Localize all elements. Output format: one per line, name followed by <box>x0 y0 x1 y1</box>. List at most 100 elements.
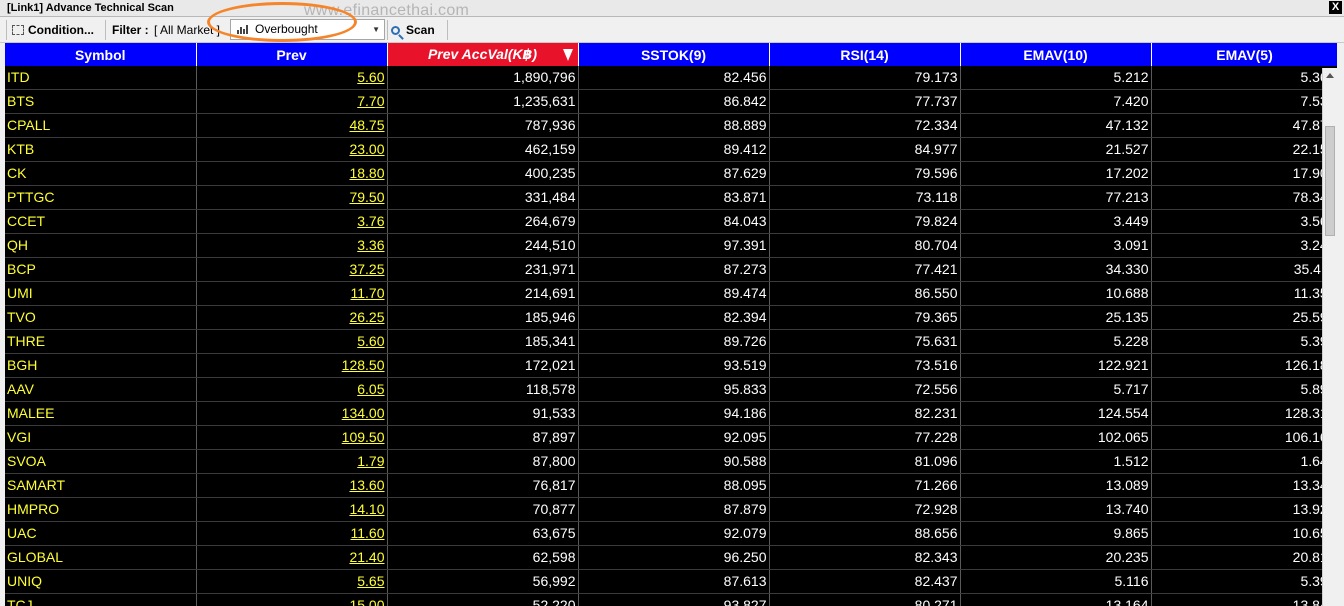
emav5-cell: 126.181 <box>1151 353 1337 378</box>
table-row[interactable]: BGH 128.50 172,021 93.519 73.516 122.921 126.1… <box>5 353 1337 378</box>
prev-price-link[interactable]: 48.75 <box>196 113 388 138</box>
symbol-cell[interactable]: VGI <box>5 425 197 450</box>
column-header-label: SSTOK(9) <box>640 46 707 63</box>
table-row[interactable]: PTTGC 79.50 331,484 83.871 73.118 77.213 78.34… <box>5 185 1337 210</box>
table-row[interactable]: KTB 23.00 462,159 89.412 84.977 21.527 22.157 <box>5 137 1337 162</box>
prev-accval-cell: 231,971 <box>387 257 579 282</box>
prev-price-link[interactable]: 37.25 <box>196 257 388 282</box>
table-row[interactable]: SAMART 13.60 76,817 88.095 71.266 13.089 13.34… <box>5 473 1337 498</box>
column-header-sstok9[interactable]: SSTOK(9) <box>578 43 770 66</box>
symbol-cell[interactable]: KTB <box>5 137 197 162</box>
table-row[interactable]: TCJ 15.00 52,220 93.827 80.271 13.164 13.846 <box>5 593 1337 606</box>
prev-price-link[interactable]: 26.25 <box>196 305 388 330</box>
condition-button[interactable]: Condition... <box>12 17 94 43</box>
emav5-cell: 5.368 <box>1151 66 1337 90</box>
table-row[interactable]: BTS 7.70 1,235,631 86.842 77.737 7.420 7.535 <box>5 89 1337 114</box>
prev-price-link[interactable]: 5.65 <box>196 569 388 594</box>
scroll-up-icon[interactable] <box>1326 73 1334 78</box>
symbol-cell[interactable]: TVO <box>5 305 197 330</box>
symbol-cell[interactable]: UAC <box>5 521 197 546</box>
symbol-cell[interactable]: BTS <box>5 89 197 114</box>
prev-price-link[interactable]: 109.50 <box>196 425 388 450</box>
prev-accval-cell: 1,235,631 <box>387 89 579 114</box>
prev-price-link[interactable]: 5.60 <box>196 66 388 90</box>
symbol-cell[interactable]: AAV <box>5 377 197 402</box>
sstok9-cell: 96.250 <box>578 545 770 570</box>
emav5-cell: 13.347 <box>1151 473 1337 498</box>
table-row[interactable]: THRE 5.60 185,341 89.726 75.631 5.228 5.392 <box>5 329 1337 354</box>
prev-price-link[interactable]: 1.79 <box>196 449 388 474</box>
table-row[interactable]: BCP 37.25 231,971 87.273 77.421 34.330 35.411 <box>5 257 1337 282</box>
close-button[interactable]: X <box>1329 1 1342 14</box>
table-row[interactable]: UNIQ 5.65 56,992 87.613 82.437 5.116 5.392 <box>5 569 1337 594</box>
prev-price-link[interactable]: 5.60 <box>196 329 388 354</box>
table-row[interactable]: GLOBAL 21.40 62,598 96.250 82.343 20.235 20.81… <box>5 545 1337 570</box>
scan-preset-dropdown[interactable]: Overbought ▼ <box>230 19 385 40</box>
window-title: [Link1] Advance Technical Scan <box>7 2 174 14</box>
symbol-cell[interactable]: BCP <box>5 257 197 282</box>
rsi14-cell: 79.365 <box>769 305 961 330</box>
scan-button[interactable]: Scan <box>391 17 435 43</box>
table-row[interactable]: MALEE 134.00 91,533 94.186 82.231 124.554 128.… <box>5 401 1337 426</box>
symbol-cell[interactable]: GLOBAL <box>5 545 197 570</box>
symbol-cell[interactable]: THRE <box>5 329 197 354</box>
symbol-cell[interactable]: HMPRO <box>5 497 197 522</box>
table-row[interactable]: CK 18.80 400,235 87.629 79.596 17.202 17.903 <box>5 161 1337 186</box>
symbol-cell[interactable]: CPALL <box>5 113 197 138</box>
prev-price-link[interactable]: 11.60 <box>196 521 388 546</box>
table-row[interactable]: UAC 11.60 63,675 92.079 88.656 9.865 10.656 <box>5 521 1337 546</box>
prev-price-link[interactable]: 11.70 <box>196 281 388 306</box>
prev-price-link[interactable]: 128.50 <box>196 353 388 378</box>
table-row[interactable]: CPALL 48.75 787,936 88.889 72.334 47.132 47.87… <box>5 113 1337 138</box>
emav5-cell: 13.846 <box>1151 593 1337 606</box>
symbol-cell[interactable]: SAMART <box>5 473 197 498</box>
prev-price-link[interactable]: 6.05 <box>196 377 388 402</box>
prev-price-link[interactable]: 18.80 <box>196 161 388 186</box>
symbol-cell[interactable]: BGH <box>5 353 197 378</box>
prev-price-link[interactable]: 13.60 <box>196 473 388 498</box>
rsi14-cell: 72.556 <box>769 377 961 402</box>
table-row[interactable]: SVOA 1.79 87,800 90.588 81.096 1.512 1.640 <box>5 449 1337 474</box>
prev-price-link[interactable]: 21.40 <box>196 545 388 570</box>
table-row[interactable]: QH 3.36 244,510 97.391 80.704 3.091 3.249 <box>5 233 1337 258</box>
table-row[interactable]: HMPRO 14.10 70,877 87.879 72.928 13.740 13.923 <box>5 497 1337 522</box>
symbol-cell[interactable]: TCJ <box>5 593 197 606</box>
toolbar-separator <box>6 20 7 40</box>
sstok9-cell: 89.726 <box>578 329 770 354</box>
column-header-prev-accval[interactable]: Prev AccVal(K฿) <box>387 43 579 66</box>
emav5-cell: 13.923 <box>1151 497 1337 522</box>
prev-price-link[interactable]: 7.70 <box>196 89 388 114</box>
symbol-cell[interactable]: UNIQ <box>5 569 197 594</box>
symbol-cell[interactable]: MALEE <box>5 401 197 426</box>
column-header-prev[interactable]: Prev <box>196 43 388 66</box>
prev-price-link[interactable]: 23.00 <box>196 137 388 162</box>
filter-market-selector[interactable]: [ All Market ] <box>154 17 224 43</box>
symbol-cell[interactable]: QH <box>5 233 197 258</box>
table-row[interactable]: CCET 3.76 264,679 84.043 79.824 3.449 3.565 <box>5 209 1337 234</box>
scrollbar-thumb[interactable] <box>1325 126 1335 236</box>
column-header-emav10[interactable]: EMAV(10) <box>960 43 1152 66</box>
vertical-scrollbar[interactable] <box>1322 68 1337 606</box>
symbol-cell[interactable]: UMI <box>5 281 197 306</box>
column-header-emav5[interactable]: EMAV(5) <box>1151 43 1337 66</box>
table-row[interactable]: UMI 11.70 214,691 89.474 86.550 10.688 11.358 <box>5 281 1337 306</box>
prev-price-link[interactable]: 14.10 <box>196 497 388 522</box>
emav10-cell: 5.116 <box>960 569 1152 594</box>
symbol-cell[interactable]: CCET <box>5 209 197 234</box>
rsi14-cell: 79.824 <box>769 209 961 234</box>
column-header-symbol[interactable]: Symbol <box>5 43 197 66</box>
symbol-cell[interactable]: SVOA <box>5 449 197 474</box>
symbol-cell[interactable]: CK <box>5 161 197 186</box>
table-row[interactable]: VGI 109.50 87,897 92.095 77.228 102.065 106.16… <box>5 425 1337 450</box>
prev-price-link[interactable]: 134.00 <box>196 401 388 426</box>
prev-price-link[interactable]: 3.36 <box>196 233 388 258</box>
symbol-cell[interactable]: ITD <box>5 66 197 90</box>
prev-price-link[interactable]: 79.50 <box>196 185 388 210</box>
table-row[interactable]: ITD 5.60 1,890,796 82.456 79.173 5.212 5.368 <box>5 66 1337 90</box>
column-header-rsi14[interactable]: RSI(14) <box>769 43 961 66</box>
prev-price-link[interactable]: 15.00 <box>196 593 388 606</box>
table-row[interactable]: AAV 6.05 118,578 95.833 72.556 5.717 5.896 <box>5 377 1337 402</box>
prev-price-link[interactable]: 3.76 <box>196 209 388 234</box>
symbol-cell[interactable]: PTTGC <box>5 185 197 210</box>
table-row[interactable]: TVO 26.25 185,946 82.394 79.365 25.135 25.597 <box>5 305 1337 330</box>
